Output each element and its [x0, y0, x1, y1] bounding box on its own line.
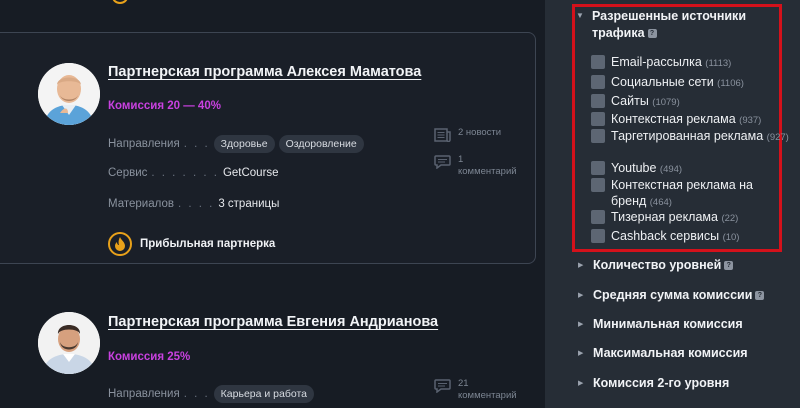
option-label: Социальные сети	[611, 75, 714, 89]
option-count: (494)	[659, 164, 683, 175]
partner-card: Партнерская программа Алексея Маматова К…	[0, 32, 536, 264]
comments-count-label: 21 комментарий	[458, 378, 517, 401]
avatar[interactable]	[38, 312, 100, 374]
accordion-label: Минимальная комиссия	[593, 317, 743, 331]
accordion-label: Количество уровней	[593, 258, 722, 272]
accordion-label: Комиссия 2-го уровня	[593, 376, 730, 390]
tag-wellness[interactable]: Оздоровление	[278, 135, 364, 153]
partner-list: Партнерская программа Алексея Маматова К…	[0, 0, 545, 408]
filter-option[interactable]: Сайты (1079)	[591, 93, 791, 111]
option-count: (10)	[722, 232, 740, 243]
news-count[interactable]: 2 новости	[434, 127, 501, 142]
filter-option[interactable]: Контекстная реклама (937)	[591, 111, 791, 129]
question-icon[interactable]: ?	[647, 29, 657, 39]
option-count: (464)	[649, 197, 672, 208]
program-title-link[interactable]: Партнерская программа Евгения Андрианова	[108, 314, 438, 330]
checkbox[interactable]	[591, 75, 605, 89]
leader-dots: . . . .	[177, 198, 215, 210]
option-label: Youtube	[611, 161, 657, 175]
triangle-right-icon: ▶	[578, 350, 584, 357]
option-count: (1079)	[652, 97, 680, 108]
materials-label: Материалов	[108, 198, 174, 210]
comments-count[interactable]: 1 комментарий	[434, 154, 522, 178]
directions-row: Направления . . . Здоровье Оздоровление	[108, 135, 368, 153]
checkbox[interactable]	[591, 229, 605, 243]
filter-title-text: Разрешенные источники трафика	[592, 9, 746, 40]
leader-dots: . . .	[183, 138, 210, 150]
directions-label: Направления	[108, 388, 180, 400]
badge-icon-partial	[112, 0, 128, 4]
filter-title: Разрешенные источники трафика?	[592, 8, 752, 42]
program-title-link[interactable]: Партнерская программа Алексея Маматова	[108, 64, 421, 80]
option-count: (22)	[721, 213, 739, 224]
accordion-levels-count[interactable]: ▶ Количество уровней?	[578, 258, 734, 272]
badge-label: Прибыльная партнерка	[140, 238, 276, 250]
triangle-right-icon: ▶	[578, 380, 584, 387]
comments-count[interactable]: 21 комментарий	[434, 378, 522, 402]
triangle-right-icon: ▶	[578, 262, 584, 269]
option-label: Email-рассылка	[611, 55, 702, 69]
checkbox[interactable]	[591, 55, 605, 69]
accordion-min-commission[interactable]: ▶ Минимальная комиссия	[578, 317, 743, 331]
option-count: (927)	[766, 132, 789, 143]
service-label: Сервис	[108, 167, 148, 179]
checkbox[interactable]	[591, 161, 605, 175]
filter-option[interactable]: Email-рассылка (1113)	[591, 54, 791, 72]
traffic-sources-filter-header[interactable]: ▼ Разрешенные источники трафика?	[576, 8, 752, 42]
filter-option[interactable]: Cashback сервисы (10)	[591, 228, 791, 246]
checkbox[interactable]	[591, 129, 605, 143]
option-count: (1113)	[705, 58, 732, 69]
directions-label: Направления	[108, 138, 180, 150]
service-value: GetCourse	[222, 167, 279, 179]
option-label: Контекстная реклама на бренд	[611, 178, 753, 208]
question-icon[interactable]: ?	[755, 290, 765, 300]
triangle-down-icon: ▼	[576, 11, 584, 20]
accordion-level2-commission[interactable]: ▶ Комиссия 2-го уровня	[578, 376, 729, 390]
fire-icon	[108, 232, 132, 256]
avatar[interactable]	[38, 63, 100, 125]
option-count: (1106)	[717, 78, 744, 89]
accordion-avg-commission[interactable]: ▶ Средняя сумма комиссии?	[578, 288, 765, 302]
accordion-label: Средняя сумма комиссии	[593, 288, 753, 302]
tag-health[interactable]: Здоровье	[213, 135, 275, 153]
accordion-label: Максимальная комиссия	[593, 346, 748, 360]
materials-row: Материалов . . . . 3 страницы	[108, 198, 279, 210]
news-icon	[434, 128, 451, 142]
checkbox[interactable]	[591, 94, 605, 108]
checkbox[interactable]	[591, 210, 605, 224]
filter-option[interactable]: Контекстная реклама на бренд (464)	[591, 177, 761, 211]
leader-dots: . . . . . . .	[151, 167, 219, 179]
accordion-max-commission[interactable]: ▶ Максимальная комиссия	[578, 346, 748, 360]
triangle-right-icon: ▶	[578, 292, 584, 299]
option-label: Контекстная реклама	[611, 112, 736, 126]
commission-value: Комиссия 20 — 40%	[108, 100, 221, 112]
filter-option[interactable]: Youtube (494)	[591, 160, 791, 178]
comment-icon	[434, 155, 451, 169]
profitable-badge: Прибыльная партнерка	[108, 232, 275, 256]
tag-career[interactable]: Карьера и работа	[213, 385, 314, 403]
filter-option[interactable]: Тизерная реклама (22)	[591, 209, 791, 227]
materials-value: 3 страницы	[218, 198, 280, 210]
filter-option[interactable]: Таргетированная реклама (927)	[591, 128, 791, 146]
option-label: Cashback сервисы	[611, 229, 720, 243]
checkbox[interactable]	[591, 112, 605, 126]
checkbox[interactable]	[591, 178, 605, 192]
option-label: Сайты	[611, 94, 649, 108]
partner-card: Партнерская программа Евгения Андрианова…	[0, 294, 536, 408]
triangle-right-icon: ▶	[578, 321, 584, 328]
news-count-label: 2 новости	[458, 127, 502, 138]
option-count: (937)	[739, 115, 762, 126]
service-row: Сервис . . . . . . . GetCourse	[108, 167, 279, 179]
option-label: Таргетированная реклама	[611, 129, 764, 143]
comments-count-label: 1 комментарий	[458, 154, 517, 177]
option-label: Тизерная реклама	[611, 210, 718, 224]
filter-option[interactable]: Социальные сети (1106)	[591, 74, 791, 92]
comment-icon	[434, 379, 451, 393]
commission-value: Комиссия 25%	[108, 351, 191, 363]
directions-row: Направления . . . Карьера и работа	[108, 385, 318, 403]
question-icon[interactable]: ?	[724, 260, 734, 270]
leader-dots: . . .	[183, 388, 210, 400]
